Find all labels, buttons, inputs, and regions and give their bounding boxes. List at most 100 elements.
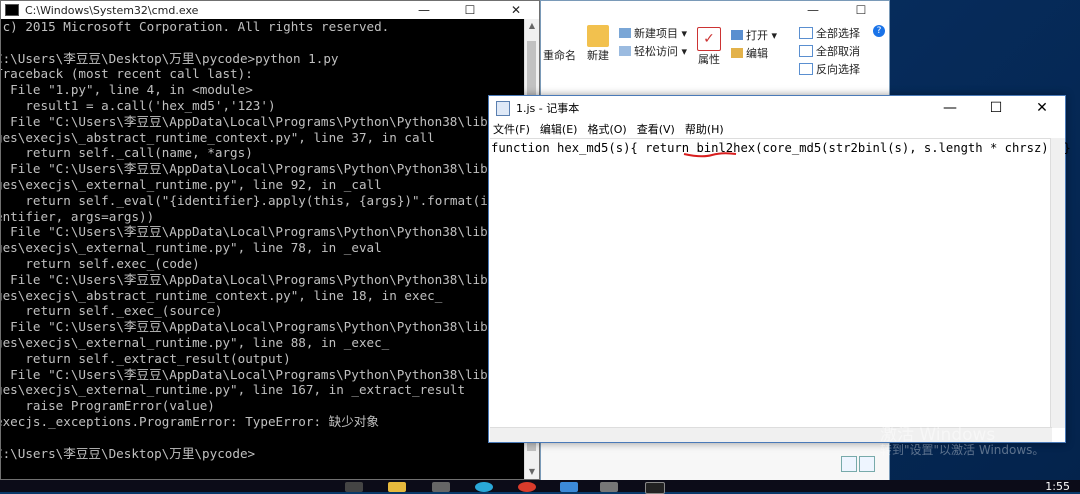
console-line: C:\Users\李豆豆\Desktop\万里\pycode>python 1.… <box>1 50 339 66</box>
console-line: result1 = a.call('hex_md5','123') <box>1 97 276 113</box>
console-line: return self._extract_result(output) <box>1 350 291 366</box>
menu-format[interactable]: 格式(O) <box>587 121 626 137</box>
edit-icon <box>731 48 743 58</box>
invert-selection-label: 反向选择 <box>816 63 860 76</box>
console-line: C:\Users\李豆豆\Desktop\万里\pycode> <box>1 445 256 461</box>
notepad-app-icon <box>496 100 510 116</box>
code-line: function hex_md5(s){ return binl2hex(cor… <box>491 141 1071 155</box>
cmd-titlebar[interactable]: C:\Windows\System32\cmd.exe — ☐ ✕ <box>1 1 539 19</box>
cmd-console-output[interactable]: (c) 2015 Microsoft Corporation. All righ… <box>1 19 525 479</box>
easy-access-label: 轻松访问 ▾ <box>634 45 688 58</box>
new-item-button[interactable]: 新建项目 ▾ <box>619 25 687 41</box>
rename-button[interactable]: 重命名 <box>543 47 576 63</box>
taskbar-chrome-icon[interactable] <box>518 482 536 492</box>
select-all-label: 全部选择 <box>816 27 860 40</box>
new-item-icon <box>619 28 631 38</box>
notepad-text-area[interactable]: function hex_md5(s){ return binl2hex(cor… <box>490 138 1071 429</box>
console-line: ges\execjs\_abstract_runtime_context.py"… <box>1 129 435 145</box>
menu-help[interactable]: 帮助(H) <box>685 121 724 137</box>
scroll-down-arrow-icon[interactable]: ▼ <box>525 465 539 479</box>
new-folder-button[interactable]: 新建 <box>587 25 609 63</box>
explorer-view-switcher <box>841 456 875 472</box>
console-line: ges\execjs\_external_runtime.py", line 7… <box>1 240 382 256</box>
new-folder-label: 新建 <box>587 49 609 62</box>
edit-button[interactable]: 编辑 <box>731 45 768 61</box>
console-line: ges\execjs\_external_runtime.py", line 9… <box>1 176 382 192</box>
console-line: ges\execjs\_external_runtime.py", line 8… <box>1 334 390 350</box>
notepad-vertical-scrollbar[interactable] <box>1050 138 1065 428</box>
menu-file[interactable]: 文件(F) <box>493 121 530 137</box>
select-all-icon <box>799 27 813 39</box>
console-line: Traceback (most recent call last): <box>1 66 253 82</box>
explorer-maximize-button[interactable]: ☐ <box>837 3 885 17</box>
explorer-titlebar[interactable]: — ☐ <box>541 1 889 19</box>
cmd-minimize-button[interactable]: — <box>401 3 447 17</box>
notepad-titlebar[interactable]: 1.js - 记事本 — ☐ ✕ <box>489 96 1065 120</box>
taskbar-folder-icon[interactable] <box>388 482 406 492</box>
select-none-button[interactable]: 全部取消 <box>799 43 860 59</box>
select-none-label: 全部取消 <box>816 45 860 58</box>
cmd-close-button[interactable]: ✕ <box>493 3 539 17</box>
select-all-button[interactable]: 全部选择 <box>799 25 860 41</box>
menu-edit[interactable]: 编辑(E) <box>540 121 578 137</box>
rename-label: 重命名 <box>543 49 576 62</box>
console-line: ges\execjs\_abstract_runtime_context.py"… <box>1 287 443 303</box>
properties-button[interactable]: ✓ 属性 <box>697 27 721 67</box>
explorer-minimize-button[interactable]: — <box>789 3 837 17</box>
cmd-window[interactable]: C:\Windows\System32\cmd.exe — ☐ ✕ (c) 20… <box>0 0 540 480</box>
console-line: execjs._exceptions.ProgramError: TypeErr… <box>1 413 379 429</box>
large-icons-view-icon[interactable] <box>859 456 875 472</box>
console-line: (c) 2015 Microsoft Corporation. All righ… <box>1 19 390 34</box>
new-item-label: 新建项目 ▾ <box>634 27 688 40</box>
cmd-maximize-button[interactable]: ☐ <box>447 3 493 17</box>
console-line: File "C:\Users\李豆豆\AppData\Local\Program… <box>1 161 525 177</box>
select-none-icon <box>799 45 813 57</box>
taskbar-clock[interactable]: 1:55 <box>1045 480 1070 493</box>
properties-check-icon: ✓ <box>697 27 721 51</box>
notepad-window[interactable]: 1.js - 记事本 — ☐ ✕ 文件(F) 编辑(E) 格式(O) 查看(V)… <box>488 95 1071 443</box>
explorer-ribbon: 重命名 新建 新建项目 ▾ 轻松访问 ▾ ✓ 属性 打开 ▾ 编辑 全部选择 全… <box>541 19 889 96</box>
console-line: return self._call(name, *args) <box>1 145 253 161</box>
taskbar-notepad-icon[interactable] <box>600 482 618 492</box>
invert-selection-icon <box>799 63 813 75</box>
easy-access-button[interactable]: 轻松访问 ▾ <box>619 43 687 59</box>
invert-selection-button[interactable]: 反向选择 <box>799 61 860 77</box>
menu-view[interactable]: 查看(V) <box>637 121 675 137</box>
taskbar-app-icon[interactable] <box>560 482 578 492</box>
console-line: raise ProgramError(value) <box>1 398 215 414</box>
open-label: 打开 ▾ <box>746 29 778 42</box>
console-line: File "C:\Users\李豆豆\AppData\Local\Program… <box>1 271 525 287</box>
notepad-maximize-button[interactable]: ☐ <box>973 100 1019 116</box>
console-line: ges\execjs\_external_runtime.py", line 1… <box>1 382 466 398</box>
scroll-up-arrow-icon[interactable]: ▲ <box>525 19 539 33</box>
console-line: entifier, args=args)) <box>1 208 155 224</box>
console-line: File "C:\Users\李豆豆\AppData\Local\Program… <box>1 366 525 382</box>
easy-access-icon <box>619 46 631 56</box>
console-line: File "C:\Users\李豆豆\AppData\Local\Program… <box>1 224 525 240</box>
activate-windows-subtext: 转到"设置"以激活 Windows。 <box>880 443 1045 457</box>
taskbar-app-icon[interactable] <box>345 482 363 492</box>
notepad-minimize-button[interactable]: — <box>927 100 973 116</box>
taskbar-cmd-icon[interactable] <box>645 482 665 494</box>
notepad-menubar: 文件(F) 编辑(E) 格式(O) 查看(V) 帮助(H) <box>489 120 1065 138</box>
console-line: File "1.py", line 4, in <module> <box>1 82 253 98</box>
notepad-close-button[interactable]: ✕ <box>1019 100 1065 116</box>
notepad-title: 1.js - 记事本 <box>516 102 580 115</box>
edit-label: 编辑 <box>746 47 768 60</box>
open-button[interactable]: 打开 ▾ <box>731 27 777 43</box>
taskbar-browser-icon[interactable] <box>475 482 493 492</box>
cmd-title: C:\Windows\System32\cmd.exe <box>25 3 199 17</box>
red-underline-annotation <box>683 152 737 158</box>
console-line: return self.exec_(code) <box>1 255 200 271</box>
console-line: return self._eval("{identifier}.apply(th… <box>1 192 525 208</box>
taskbar: 1:55 <box>0 480 1080 494</box>
console-line: return self._exec_(source) <box>1 303 223 319</box>
details-view-icon[interactable] <box>841 456 857 472</box>
console-line: File "C:\Users\李豆豆\AppData\Local\Program… <box>1 113 525 129</box>
folder-icon <box>587 25 609 47</box>
taskbar-app-icon[interactable] <box>432 482 450 492</box>
help-icon[interactable]: ? <box>873 25 885 37</box>
properties-label: 属性 <box>698 53 720 66</box>
